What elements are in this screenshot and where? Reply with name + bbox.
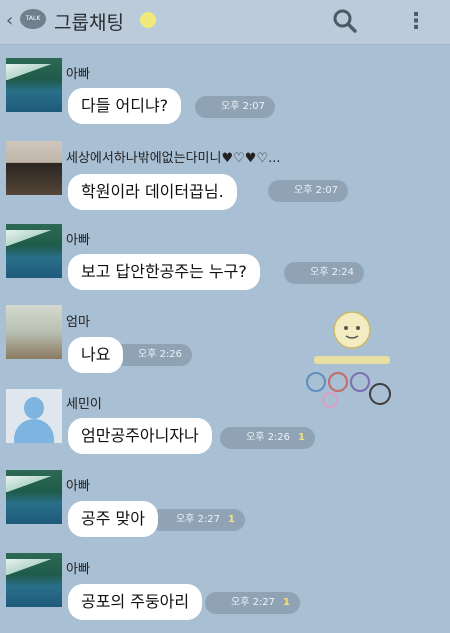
message-time: 오후 2:07 <box>221 101 266 112</box>
unread-count: 1 <box>283 597 291 608</box>
sender-name: 세민이 <box>66 397 102 412</box>
chat-header: ‹ TALK 그룹채팅 ⋮ <box>0 0 450 45</box>
sender-name: 아빠 <box>66 67 90 82</box>
sender-name: 세상에서하나밖에없는다미니♥♡♥♡... <box>66 151 281 166</box>
search-icon[interactable] <box>332 8 358 34</box>
avatar[interactable] <box>6 141 62 195</box>
message-meta: 오후 2:07 <box>195 96 276 118</box>
sender-name: 아빠 <box>66 233 90 248</box>
avatar[interactable] <box>6 224 62 278</box>
message-meta: 오후 2:24 <box>284 262 365 284</box>
message-bubble[interactable]: 나요 <box>68 337 124 373</box>
sender-name: 아빠 <box>66 479 90 494</box>
message-time: 오후 2:26 <box>138 349 183 360</box>
message-bubble[interactable]: 공주 맞아 <box>68 501 158 537</box>
message-time: 오후 2:27 <box>231 597 276 608</box>
smile-icon <box>140 12 156 28</box>
unread-count: 1 <box>228 514 236 525</box>
avatar[interactable] <box>6 389 62 443</box>
message-bubble[interactable]: 다들 어디냐? <box>68 88 182 124</box>
message-bubble[interactable]: 학원이라 데이터끕님. <box>68 174 237 210</box>
back-arrow-icon[interactable]: ‹ <box>6 10 13 31</box>
message-time: 오후 2:07 <box>294 185 339 196</box>
avatar[interactable] <box>6 470 62 524</box>
message-time: 오후 2:24 <box>310 267 355 278</box>
more-vertical-icon[interactable]: ⋮ <box>405 8 427 36</box>
message-meta: 오후 2:26 <box>112 344 193 366</box>
message-time: 오후 2:27 <box>176 514 221 525</box>
avatar[interactable] <box>6 305 62 359</box>
message-time: 오후 2:26 <box>246 432 291 443</box>
avatar[interactable] <box>6 553 62 607</box>
watermark-logo <box>306 311 391 408</box>
unread-count: 1 <box>298 432 306 443</box>
sender-name: 엄마 <box>66 315 90 330</box>
message-meta: 오후 2:27 1 <box>150 509 246 531</box>
message-meta: 오후 2:27 1 <box>205 592 301 614</box>
message-meta: 오후 2:26 1 <box>220 427 316 449</box>
message-bubble[interactable]: 보고 답안한공주는 누구? <box>68 254 260 290</box>
message-bubble[interactable]: 공포의 주둥아리 <box>68 584 203 620</box>
chat-room-title: 그룹채팅 <box>54 12 124 34</box>
default-profile-body <box>14 419 54 443</box>
sender-name: 아빠 <box>66 562 90 577</box>
chat-app-icon: TALK <box>20 9 46 29</box>
default-profile-head <box>24 397 44 419</box>
message-bubble[interactable]: 엄만공주아니자나 <box>68 418 212 454</box>
message-meta: 오후 2:07 <box>268 180 349 202</box>
avatar[interactable] <box>6 58 62 112</box>
